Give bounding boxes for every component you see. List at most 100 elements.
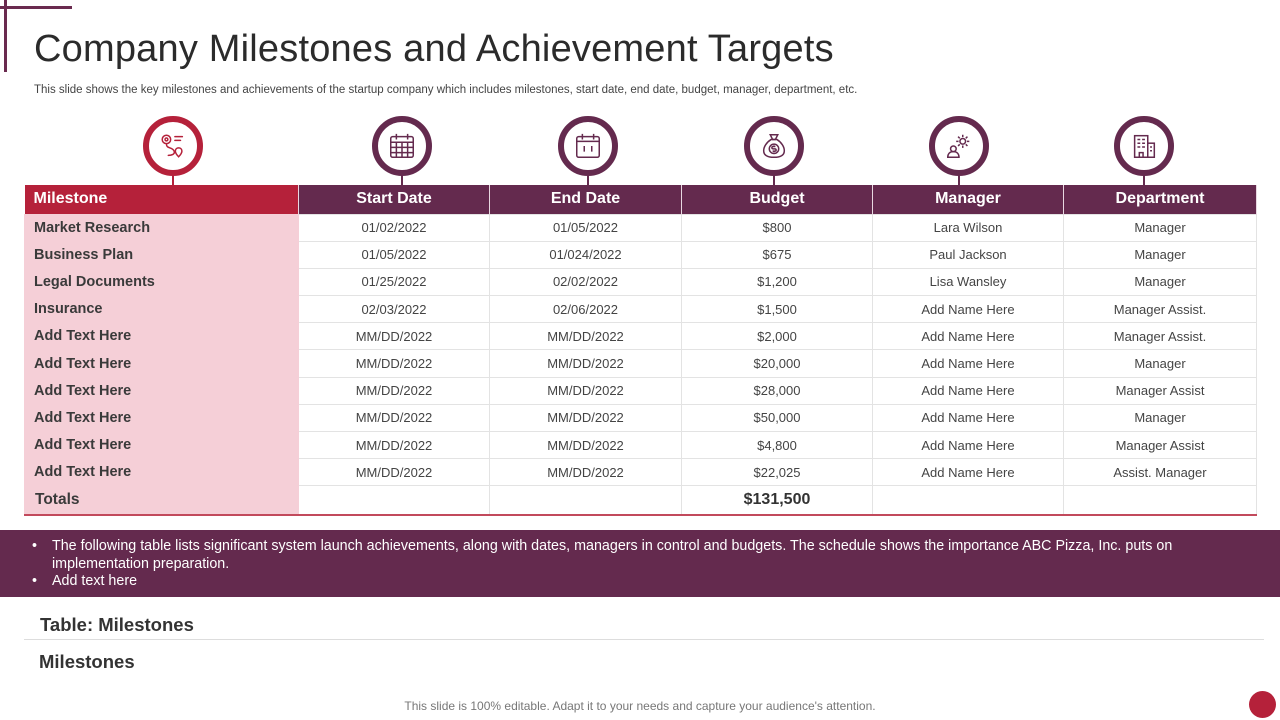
- start-date-cell: MM/DD/2022: [298, 430, 490, 460]
- divider: [24, 639, 1264, 640]
- start-date-cell: 01/02/2022: [298, 213, 490, 242]
- calendar-grid-icon: [372, 116, 432, 176]
- end-date-cell: 02/06/2022: [489, 295, 682, 324]
- milestone-cell: Insurance: [24, 295, 299, 324]
- manager-cell: Add Name Here: [872, 376, 1064, 405]
- table-row: Add Text Here MM/DD/2022 MM/DD/2022 $20,…: [24, 349, 1257, 378]
- manager-cell: Add Name Here: [872, 458, 1064, 487]
- milestone-cell: Add Text Here: [24, 322, 299, 351]
- manager-cell: Lisa Wansley: [872, 267, 1064, 297]
- budget-cell: $22,025: [681, 458, 873, 487]
- header-department: Department: [1063, 185, 1257, 214]
- manager-cell: Add Name Here: [872, 295, 1064, 324]
- milestone-cell: Add Text Here: [24, 403, 299, 433]
- budget-cell: $1,500: [681, 295, 873, 324]
- manager-cell: Paul Jackson: [872, 240, 1064, 269]
- start-date-cell: 01/05/2022: [298, 240, 490, 269]
- start-date-cell: MM/DD/2022: [298, 403, 490, 433]
- start-date-cell: 01/25/2022: [298, 267, 490, 297]
- end-date-cell: MM/DD/2022: [489, 458, 682, 487]
- start-date-cell: MM/DD/2022: [298, 322, 490, 351]
- calendar-icon: [558, 116, 618, 176]
- budget-cell: $50,000: [681, 403, 873, 433]
- footer-note: This slide is 100% editable. Adapt it to…: [404, 699, 876, 713]
- roadmap-icon: [143, 116, 203, 176]
- budget-cell: $800: [681, 213, 873, 242]
- table-row: Market Research 01/02/2022 01/05/2022 $8…: [24, 213, 1257, 242]
- end-date-cell: 01/024/2022: [489, 240, 682, 269]
- totals-row: Totals $131,500: [24, 485, 1257, 516]
- milestone-cell: Market Research: [24, 213, 299, 242]
- corner-accent-vertical: [4, 0, 7, 72]
- manager-cell: Lara Wilson: [872, 213, 1064, 242]
- note-bullet: Add text here: [32, 573, 1240, 591]
- totals-budget: $131,500: [681, 485, 873, 516]
- department-cell: Manager: [1063, 213, 1257, 242]
- budget-cell: $28,000: [681, 376, 873, 405]
- department-cell: Manager Assist.: [1063, 295, 1257, 324]
- header-milestone: Milestone: [24, 185, 299, 214]
- table-row: Add Text Here MM/DD/2022 MM/DD/2022 $22,…: [24, 458, 1257, 487]
- department-cell: Manager: [1063, 403, 1257, 433]
- milestone-cell: Add Text Here: [24, 458, 299, 487]
- notes-banner: The following table lists significant sy…: [0, 530, 1280, 597]
- header-manager: Manager: [872, 185, 1064, 214]
- header-start-date: Start Date: [298, 185, 490, 214]
- department-cell: Manager Assist: [1063, 430, 1257, 460]
- empty-cell: [872, 485, 1064, 516]
- department-cell: Manager Assist.: [1063, 322, 1257, 351]
- milestone-cell: Add Text Here: [24, 349, 299, 378]
- table-row: Business Plan 01/05/2022 01/024/2022 $67…: [24, 240, 1257, 269]
- empty-cell: [1063, 485, 1257, 516]
- department-cell: Manager Assist: [1063, 376, 1257, 405]
- manager-cell: Add Name Here: [872, 349, 1064, 378]
- milestone-cell: Add Text Here: [24, 430, 299, 460]
- milestone-cell: Add Text Here: [24, 376, 299, 405]
- department-cell: Manager: [1063, 267, 1257, 297]
- header-budget: Budget: [681, 185, 873, 214]
- note-bullet: The following table lists significant sy…: [32, 538, 1240, 573]
- budget-cell: $4,800: [681, 430, 873, 460]
- table-row: Add Text Here MM/DD/2022 MM/DD/2022 $50,…: [24, 403, 1257, 433]
- totals-label: Totals: [24, 485, 299, 516]
- department-cell: Assist. Manager: [1063, 458, 1257, 487]
- notes-list: The following table lists significant sy…: [32, 538, 1240, 591]
- department-cell: Manager: [1063, 349, 1257, 378]
- start-date-cell: MM/DD/2022: [298, 349, 490, 378]
- milestones-table: Milestone Start Date End Date Budget Man…: [24, 185, 1257, 516]
- manager-cell: Add Name Here: [872, 430, 1064, 460]
- start-date-cell: MM/DD/2022: [298, 458, 490, 487]
- department-cell: Manager: [1063, 240, 1257, 269]
- slide-subtitle: This slide shows the key milestones and …: [34, 84, 858, 96]
- building-icon: [1114, 116, 1174, 176]
- budget-cell: $1,200: [681, 267, 873, 297]
- money-bag-icon: [744, 116, 804, 176]
- table-row: Add Text Here MM/DD/2022 MM/DD/2022 $4,8…: [24, 430, 1257, 460]
- end-date-cell: MM/DD/2022: [489, 403, 682, 433]
- budget-cell: $675: [681, 240, 873, 269]
- budget-cell: $20,000: [681, 349, 873, 378]
- end-date-cell: MM/DD/2022: [489, 430, 682, 460]
- table-row: Add Text Here MM/DD/2022 MM/DD/2022 $2,0…: [24, 322, 1257, 351]
- manager-cell: Add Name Here: [872, 322, 1064, 351]
- header-end-date: End Date: [489, 185, 682, 214]
- corner-dot-decoration: [1249, 691, 1276, 718]
- start-date-cell: 02/03/2022: [298, 295, 490, 324]
- budget-cell: $2,000: [681, 322, 873, 351]
- section-label: Milestones: [39, 651, 135, 672]
- corner-accent-horizontal: [0, 6, 72, 9]
- end-date-cell: MM/DD/2022: [489, 349, 682, 378]
- manager-gear-icon: [929, 116, 989, 176]
- empty-cell: [298, 485, 490, 516]
- end-date-cell: 02/02/2022: [489, 267, 682, 297]
- empty-cell: [489, 485, 682, 516]
- table-header-row: Milestone Start Date End Date Budget Man…: [24, 185, 1257, 214]
- end-date-cell: MM/DD/2022: [489, 376, 682, 405]
- table-row: Add Text Here MM/DD/2022 MM/DD/2022 $28,…: [24, 376, 1257, 405]
- manager-cell: Add Name Here: [872, 403, 1064, 433]
- end-date-cell: 01/05/2022: [489, 213, 682, 242]
- milestone-cell: Legal Documents: [24, 267, 299, 297]
- slide-title: Company Milestones and Achievement Targe…: [34, 28, 834, 70]
- milestone-cell: Business Plan: [24, 240, 299, 269]
- start-date-cell: MM/DD/2022: [298, 376, 490, 405]
